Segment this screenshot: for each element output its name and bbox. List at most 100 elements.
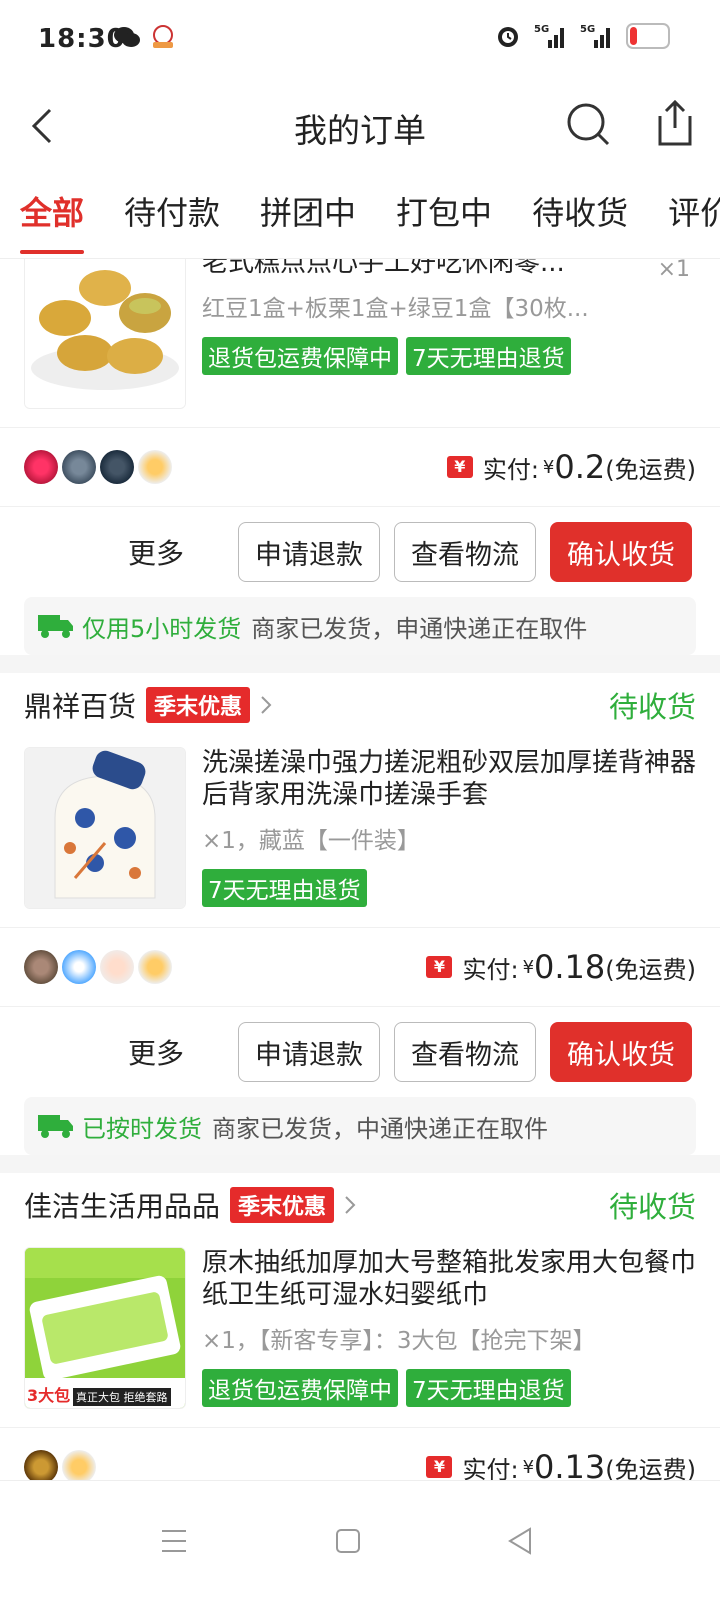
- order-item[interactable]: 洗澡搓澡巾强力搓泥粗砂双层加厚搓背神器后背家用洗澡巾搓澡手套 ×1，藏蓝【一件装…: [0, 737, 720, 927]
- order-card: 佳洁生活用品品 季末优惠 待收货 3大包 真正大包 拒绝套路 原木抽纸加厚加大号…: [0, 1173, 720, 1506]
- refund-button[interactable]: 申请退款: [238, 1022, 381, 1082]
- order-card: 老式糕点点心手工好吃休闲零... 红豆1盒+板栗1盒+绿豆1盒【30枚... 退…: [0, 259, 720, 655]
- buyer-avatars: [24, 450, 172, 484]
- refund-button[interactable]: 申请退款: [238, 522, 381, 582]
- status-right-icons: 5G 5G 19: [494, 22, 670, 50]
- payment-icon: ¥: [426, 956, 453, 978]
- status-time: 18:30: [38, 24, 126, 54]
- product-qty: ×1: [657, 259, 690, 282]
- product-spec: 红豆1盒+板栗1盒+绿豆1盒【30枚...: [202, 296, 589, 322]
- tab-pending-payment[interactable]: 待付款: [104, 170, 240, 258]
- shipping-text: 商家已发货，中通快递正在取件: [212, 1114, 548, 1143]
- avatar: [24, 450, 58, 484]
- view-logistics-button[interactable]: 查看物流: [394, 522, 537, 582]
- page-header: 我的订单: [0, 84, 720, 171]
- search-icon[interactable]: [564, 100, 614, 150]
- shipping-highlight: 已按时发货: [82, 1114, 202, 1143]
- home-icon[interactable]: [328, 1521, 368, 1561]
- avatar: [24, 950, 58, 984]
- tab-all[interactable]: 全部: [0, 170, 104, 258]
- svg-text:5G: 5G: [534, 24, 549, 35]
- signal-5g-icon-2: 5G: [580, 24, 610, 48]
- shop-name[interactable]: 佳洁生活用品品: [24, 1185, 220, 1225]
- shop-row[interactable]: 鼎祥百货 季末优惠 待收货: [0, 673, 720, 737]
- truck-icon: [38, 1115, 73, 1138]
- avatar: [24, 1450, 58, 1484]
- tag-7day-return: 7天无理由退货: [406, 1369, 571, 1407]
- action-row: 更多 申请退款 查看物流 确认收货: [0, 506, 720, 597]
- shipping-text: 商家已发货，申通快递正在取件: [251, 614, 588, 643]
- shop-name[interactable]: 鼎祥百货: [24, 685, 136, 725]
- avatar: [100, 950, 134, 984]
- bath-mitt-image: [25, 748, 185, 908]
- tab-packing[interactable]: 打包中: [376, 170, 512, 258]
- status-left-icons: [114, 24, 176, 50]
- buyer-avatars: [24, 1450, 96, 1484]
- shop-row[interactable]: 佳洁生活用品品 季末优惠 待收货: [0, 1173, 720, 1237]
- payment-row: ¥ 实付: ¥ 0.2 (免运费): [0, 427, 720, 506]
- shipping-info[interactable]: 已按时发货 商家已发货，中通快递正在取件: [24, 1097, 696, 1155]
- avatar: [62, 450, 96, 484]
- app-notification-icon: [153, 25, 173, 48]
- share-icon[interactable]: [652, 98, 698, 150]
- order-list[interactable]: 老式糕点点心手工好吃休闲零... 红豆1盒+板栗1盒+绿豆1盒【30枚... 退…: [0, 259, 720, 1511]
- battery-level: 19: [636, 26, 660, 45]
- avatar: [138, 450, 172, 484]
- order-status: 待收货: [608, 690, 696, 724]
- promo-badge: 季末优惠: [146, 687, 251, 723]
- view-logistics-button[interactable]: 查看物流: [394, 1022, 537, 1082]
- product-image[interactable]: [24, 259, 186, 409]
- svg-text:5G: 5G: [580, 24, 595, 35]
- menu-icon[interactable]: [154, 1521, 194, 1561]
- action-row: 更多 申请退款 查看物流 确认收货: [0, 1006, 720, 1097]
- product-image[interactable]: [24, 747, 186, 909]
- alarm-icon: [498, 27, 518, 47]
- order-status: 待收货: [608, 1190, 696, 1224]
- payment-amount: ¥ 实付: ¥ 0.2 (免运费): [446, 448, 696, 486]
- tag-return-shipping: 退货包运费保障中: [202, 337, 398, 375]
- back-nav-icon[interactable]: [500, 1521, 540, 1561]
- product-slogan: 真正大包 拒绝套路: [73, 1388, 171, 1406]
- order-card: 鼎祥百货 季末优惠 待收货 洗澡搓澡巾强力搓泥粗砂双层加厚搓背神器后背家用洗澡巾…: [0, 673, 720, 1155]
- product-name[interactable]: 洗澡搓澡巾强力搓泥粗砂双层加厚搓背神器后背家用洗澡巾搓澡手套: [202, 747, 696, 811]
- buyer-avatars: [24, 950, 172, 984]
- tab-group-buying[interactable]: 拼团中: [240, 170, 376, 258]
- signal-5g-icon: 5G: [534, 24, 564, 48]
- system-nav-bar: [0, 1480, 720, 1605]
- payment-amount: ¥ 实付: ¥ 0.18 (免运费): [426, 948, 696, 986]
- tag-return-shipping: 退货包运费保障中: [202, 1369, 398, 1407]
- more-button[interactable]: 更多: [128, 1032, 184, 1072]
- wechat-icon: [114, 27, 140, 47]
- chevron-right-icon: [345, 1196, 356, 1214]
- promo-badge: 季末优惠: [230, 1187, 335, 1223]
- avatar: [138, 950, 172, 984]
- status-bar: 18:30 5G 5G 19: [0, 0, 720, 84]
- mooncake-image: [25, 259, 185, 408]
- product-name[interactable]: 老式糕点点心手工好吃休闲零...: [202, 259, 696, 279]
- payment-icon: ¥: [446, 456, 473, 478]
- battery-icon: 19: [626, 23, 670, 49]
- amount-value: 0.2: [554, 448, 606, 486]
- avatar: [62, 950, 96, 984]
- avatar: [100, 450, 134, 484]
- more-button[interactable]: 更多: [128, 532, 184, 572]
- shipping-info[interactable]: 仅用5小时发货 商家已发货，申通快递正在取件: [24, 597, 696, 655]
- tag-7day-return: 7天无理由退货: [202, 869, 367, 907]
- product-spec: ×1，藏蓝【一件装】: [202, 828, 420, 854]
- confirm-receipt-button[interactable]: 确认收货: [550, 522, 693, 582]
- confirm-receipt-button[interactable]: 确认收货: [550, 1022, 693, 1082]
- product-image[interactable]: 3大包 真正大包 拒绝套路: [24, 1247, 186, 1409]
- amount-value: 0.18: [534, 948, 606, 986]
- product-spec: ×1，【新客专享】：3大包【抢完下架】: [202, 1328, 596, 1354]
- payment-icon: ¥: [426, 1456, 453, 1478]
- order-item[interactable]: 3大包 真正大包 拒绝套路 原木抽纸加厚加大号整箱批发家用大包餐巾纸卫生纸可湿水…: [0, 1237, 720, 1427]
- order-item[interactable]: 老式糕点点心手工好吃休闲零... 红豆1盒+板栗1盒+绿豆1盒【30枚... 退…: [0, 259, 720, 427]
- tab-review[interactable]: 评价: [648, 170, 720, 258]
- avatar: [62, 1450, 96, 1484]
- tag-7day-return: 7天无理由退货: [406, 337, 571, 375]
- order-tabs: 全部 待付款 拼团中 打包中 待收货 评价: [0, 170, 720, 259]
- product-name[interactable]: 原木抽纸加厚加大号整箱批发家用大包餐巾纸卫生纸可湿水妇婴纸巾: [202, 1247, 696, 1311]
- truck-icon: [38, 615, 73, 638]
- tab-pending-receipt[interactable]: 待收货: [512, 170, 648, 258]
- chevron-right-icon: [261, 696, 272, 714]
